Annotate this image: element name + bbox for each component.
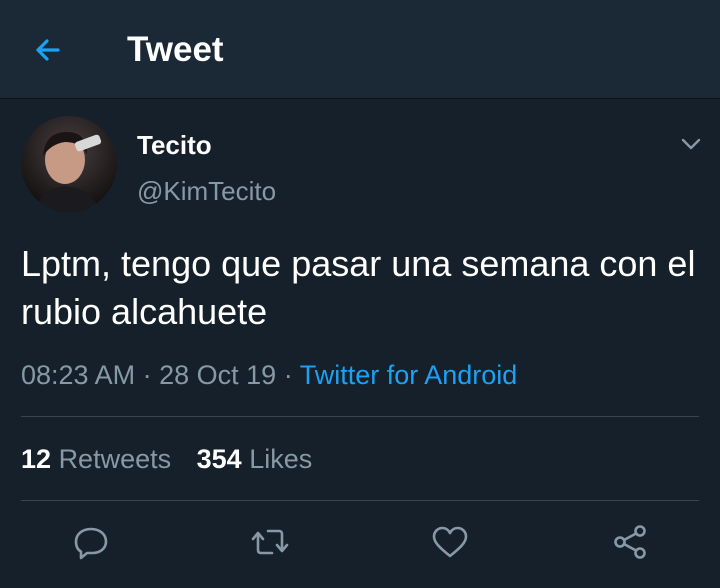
author-display-name[interactable]: Tecito bbox=[137, 130, 212, 161]
like-button[interactable] bbox=[428, 520, 472, 564]
likes-label: Likes bbox=[249, 444, 313, 474]
meta-separator: · bbox=[142, 360, 152, 390]
retweets-stat[interactable]: 12 Retweets bbox=[21, 442, 171, 476]
page-title: Tweet bbox=[127, 30, 224, 69]
tweet-actions-bar bbox=[0, 520, 720, 564]
profile-photo bbox=[21, 116, 117, 212]
share-icon bbox=[614, 525, 646, 559]
tweet-date: 28 Oct 19 bbox=[159, 360, 277, 390]
tweet-text: Lptm, tengo que pasar una semana con el … bbox=[21, 243, 696, 332]
tweet-metadata: 08:23 AM · 28 Oct 19 · Twitter for Andro… bbox=[21, 358, 517, 392]
likes-count: 354 bbox=[196, 444, 242, 474]
tweet-options-button[interactable] bbox=[676, 132, 706, 156]
retweets-label: Retweets bbox=[58, 444, 172, 474]
avatar[interactable] bbox=[21, 116, 117, 212]
author-handle[interactable]: @KimTecito bbox=[137, 176, 276, 207]
likes-stat[interactable]: 354 Likes bbox=[197, 442, 313, 476]
tweet-stats: 12 Retweets 354 Likes bbox=[21, 442, 330, 476]
top-app-bar: Tweet bbox=[0, 0, 720, 99]
chevron-down-icon bbox=[681, 138, 701, 150]
reply-icon bbox=[74, 527, 108, 560]
meta-separator: · bbox=[283, 360, 293, 390]
share-button[interactable] bbox=[608, 520, 652, 564]
retweets-count: 12 bbox=[21, 444, 52, 474]
tweet-time: 08:23 AM bbox=[21, 360, 136, 390]
heart-icon bbox=[432, 526, 468, 558]
divider bbox=[21, 500, 699, 501]
retweet-button[interactable] bbox=[248, 520, 292, 564]
arrow-left-icon bbox=[36, 39, 60, 61]
divider bbox=[21, 416, 699, 417]
retweet-icon bbox=[251, 529, 289, 555]
reply-button[interactable] bbox=[69, 520, 113, 564]
back-button[interactable] bbox=[28, 30, 68, 70]
tweet-source-link[interactable]: Twitter for Android bbox=[300, 360, 518, 390]
